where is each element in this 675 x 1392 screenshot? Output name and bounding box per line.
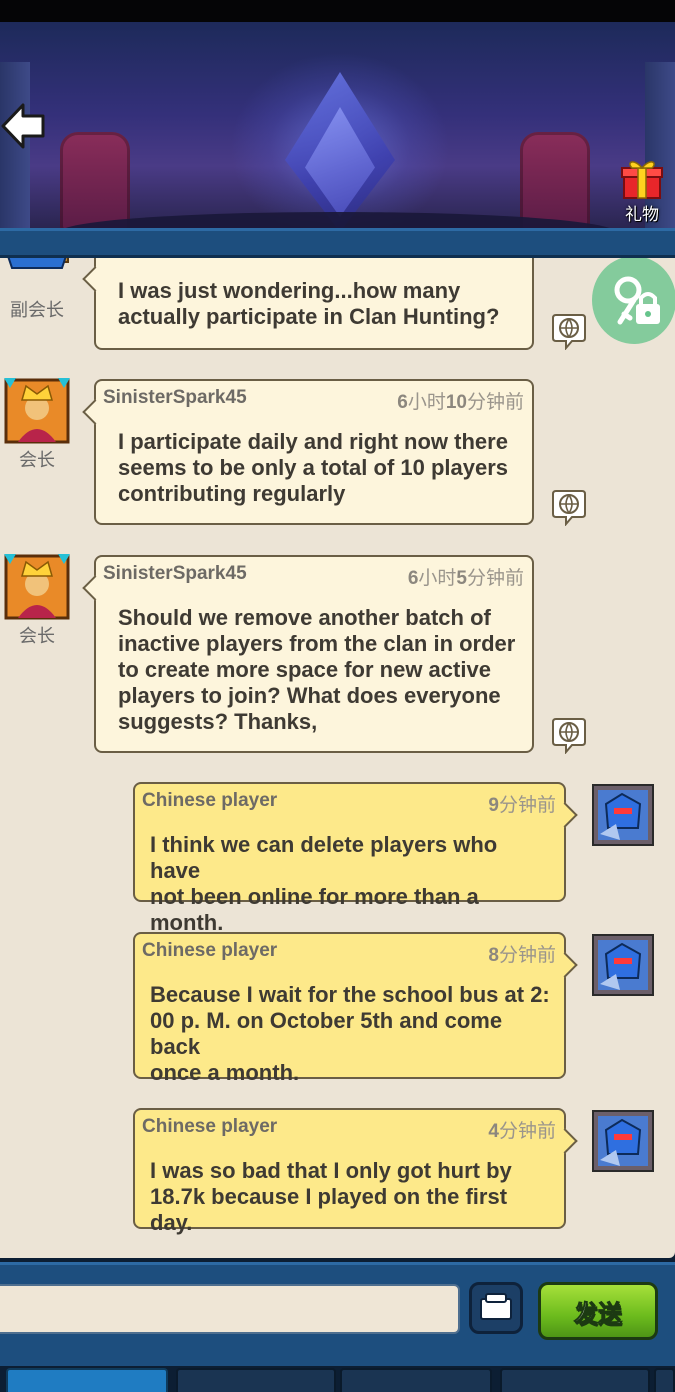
tab-1[interactable] [6, 1368, 168, 1392]
chat-bubble: SinisterSpark45 6小时10分钟前 I participate d… [82, 379, 534, 525]
member-avatar[interactable] [4, 554, 70, 620]
translate-globe-icon[interactable] [550, 314, 588, 350]
message-line: players to join? What does everyone [118, 683, 501, 708]
message-text: I was so bad that I only got hurt by 18.… [150, 1158, 550, 1236]
tab-3[interactable] [340, 1368, 492, 1392]
message-line: 00 p. M. on October 5th and come back [150, 1008, 503, 1059]
message-timestamp: 4分钟前 [488, 1121, 556, 1142]
header-throne-right [520, 132, 590, 228]
member-rank-label: 会长 [19, 450, 55, 471]
member-rank-label: 会长 [19, 626, 55, 647]
chat-bubble: SinisterSpark45 6小时5分钟前 Should we remove… [82, 555, 534, 753]
header-divider-bar [0, 228, 675, 258]
message-line: I think we can delete players who have [150, 832, 498, 883]
message-line: I participate daily and right now there [118, 429, 508, 454]
gift-button[interactable]: 礼物 [614, 156, 670, 226]
own-avatar[interactable] [592, 1110, 654, 1172]
gift-box-icon [621, 161, 663, 199]
message-line: actually participate in Clan Hunting? [118, 304, 500, 329]
translate-globe-icon[interactable] [550, 718, 588, 754]
message-timestamp: 6小时10分钟前 [397, 392, 524, 413]
sender-name: Chinese player [142, 1116, 278, 1137]
key-lock-icon [614, 276, 660, 325]
status-bar [0, 0, 675, 22]
key-lock-button[interactable] [592, 258, 675, 344]
message-line: Because I wait for the school bus at 2: [150, 982, 550, 1007]
bubble-tail [552, 1128, 578, 1154]
member-avatar[interactable] [4, 378, 70, 444]
message-line: seems to be only a total of 10 players [118, 455, 509, 480]
chat-bubble-own: Chinese player 8分钟前 Because I wait for t… [133, 932, 578, 1085]
message-line: to create more space for new active [118, 657, 491, 682]
chat-box-icon [480, 1293, 512, 1320]
message-timestamp: 8分钟前 [488, 945, 556, 966]
tab-4[interactable] [500, 1368, 650, 1392]
message-input[interactable] [0, 1284, 460, 1334]
sender-name: Chinese player [142, 940, 278, 961]
message-timestamp: 6小时5分钟前 [407, 568, 524, 589]
message-line: 18.7k because I played on the first day. [150, 1184, 508, 1235]
message-text: I participate daily and right now there … [118, 429, 518, 507]
send-button[interactable]: 发送 [538, 1282, 658, 1340]
own-avatar[interactable] [592, 934, 654, 996]
message-text: Should we remove another batch of inacti… [118, 605, 518, 735]
rank-badge-number: 2 [28, 258, 48, 263]
own-avatar[interactable] [592, 784, 654, 846]
message-text: I think we can delete players who have n… [150, 832, 550, 936]
tab-2[interactable] [176, 1368, 336, 1392]
bubble-tail [82, 266, 108, 292]
message-line: suggests? Thanks, [118, 709, 318, 734]
message-line: once a month. [150, 1060, 300, 1085]
message-timestamp: 9分钟前 [488, 795, 556, 816]
member-avatar[interactable]: 2 [4, 258, 70, 288]
sender-name: SinisterSpark45 [103, 387, 247, 408]
clan-hall-header [0, 22, 675, 228]
chat-message-list[interactable]: 2 副会长 I was just wondering...how many ac… [0, 258, 675, 1258]
message-line: inactive players from the clan in order [118, 631, 516, 656]
gift-label: 礼物 [625, 205, 659, 225]
bubble-tail [552, 802, 578, 828]
message-line: not been online for more than a month. [150, 884, 479, 935]
send-label: 发送 [574, 1299, 623, 1328]
emoji-button[interactable] [469, 1282, 523, 1334]
message-text: I was just wondering...how many actually… [118, 278, 518, 330]
back-button[interactable] [0, 96, 48, 156]
back-arrow-icon [1, 103, 45, 149]
chat-bubble-own: Chinese player 4分钟前 I was so bad that I … [133, 1108, 578, 1235]
chat-bubble-own: Chinese player 9分钟前 I think we can delet… [133, 782, 578, 935]
message-line: I was so bad that I only got hurt by [150, 1158, 512, 1183]
chat-bubble: I was just wondering...how many actually… [82, 258, 534, 350]
header-throne-left [60, 132, 130, 228]
message-line: contributing regularly [118, 481, 346, 506]
member-rank-label: 副会长 [10, 300, 64, 321]
message-line: Should we remove another batch of [118, 605, 491, 630]
message-line: I was just wondering...how many [118, 278, 461, 303]
message-text: Because I wait for the school bus at 2: … [150, 982, 550, 1086]
translate-globe-icon[interactable] [550, 490, 588, 526]
bubble-tail [552, 952, 578, 978]
sender-name: SinisterSpark45 [103, 563, 247, 584]
sender-name: Chinese player [142, 790, 278, 811]
tab-5[interactable] [654, 1368, 675, 1392]
